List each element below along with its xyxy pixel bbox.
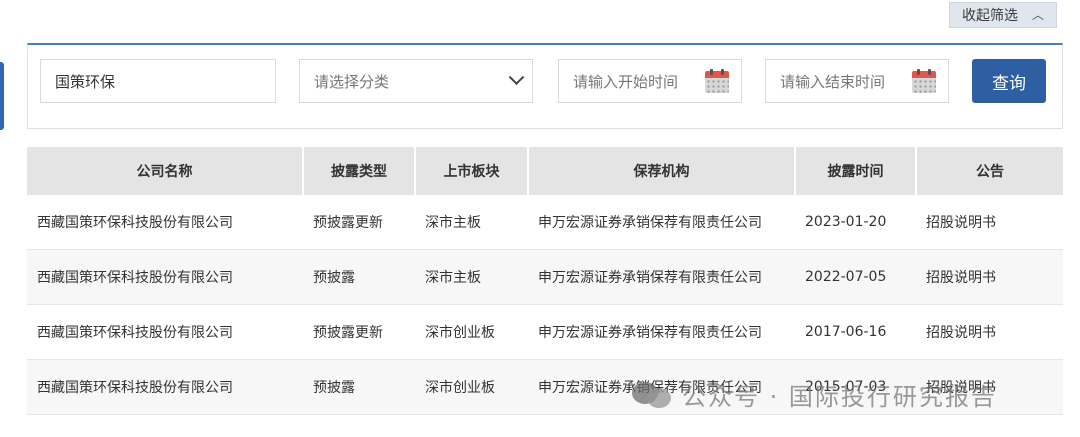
cell-company: 西藏国策环保科技股份有限公司 [27, 195, 303, 250]
collapse-filter-button[interactable]: 收起筛选 ︿ [949, 2, 1057, 28]
filter-panel: 国策环保 请选择分类 请输入开始时间 请输入结束时间 查询 [27, 43, 1063, 129]
cell-date: 2017-06-16 [795, 304, 916, 360]
chevron-down-icon [508, 68, 525, 85]
start-date-input[interactable]: 请输入开始时间 [558, 59, 742, 103]
cell-date: 2015-07-03 [795, 359, 916, 415]
table-row: 西藏国策环保科技股份有限公司 预披露 深市创业板 申万宏源证券承销保荐有限责任公… [27, 359, 1063, 415]
search-button[interactable]: 查询 [972, 59, 1046, 103]
company-name-value: 国策环保 [55, 72, 116, 91]
left-accent-bar [0, 62, 4, 130]
cell-disclosure-type: 预披露 [303, 359, 415, 415]
cell-sponsor: 申万宏源证券承销保荐有限责任公司 [528, 304, 795, 360]
cell-sponsor: 申万宏源证券承销保荐有限责任公司 [528, 359, 795, 415]
cell-sponsor: 申万宏源证券承销保荐有限责任公司 [528, 249, 795, 305]
column-header-date: 披露时间 [795, 147, 917, 195]
cell-board: 深市主板 [415, 249, 528, 305]
cell-announcement-link[interactable]: 招股说明书 [916, 304, 1063, 360]
category-placeholder: 请选择分类 [314, 72, 390, 91]
cell-board: 深市创业板 [415, 359, 528, 415]
calendar-icon[interactable] [705, 69, 729, 93]
cell-company: 西藏国策环保科技股份有限公司 [27, 304, 303, 360]
collapse-filter-label: 收起筛选 [961, 8, 1018, 24]
results-table: 公司名称 披露类型 上市板块 保荐机构 披露时间 公告 西藏国策环保科技股份有限… [27, 147, 1063, 415]
cell-sponsor: 申万宏源证券承销保荐有限责任公司 [528, 195, 795, 250]
cell-board: 深市主板 [415, 195, 528, 250]
category-select[interactable]: 请选择分类 [299, 59, 533, 103]
cell-company: 西藏国策环保科技股份有限公司 [27, 359, 303, 415]
cell-date: 2022-07-05 [795, 249, 916, 305]
column-header-company: 公司名称 [27, 147, 304, 195]
table-row: 西藏国策环保科技股份有限公司 预披露更新 深市主板 申万宏源证券承销保荐有限责任… [27, 195, 1063, 250]
table-header-row: 公司名称 披露类型 上市板块 保荐机构 披露时间 公告 [27, 147, 1063, 195]
start-date-placeholder: 请输入开始时间 [573, 72, 679, 91]
cell-announcement-link[interactable]: 招股说明书 [916, 195, 1063, 250]
cell-disclosure-type: 预披露更新 [303, 195, 415, 250]
cell-announcement-link[interactable]: 招股说明书 [916, 249, 1063, 305]
column-header-announcement: 公告 [916, 147, 1063, 195]
cell-disclosure-type: 预披露 [303, 249, 415, 305]
cell-date: 2023-01-20 [795, 195, 916, 250]
cell-board: 深市创业板 [415, 304, 528, 360]
column-header-disclosure-type: 披露类型 [303, 147, 416, 195]
cell-announcement-link[interactable]: 招股说明书 [916, 359, 1063, 415]
table-row: 西藏国策环保科技股份有限公司 预披露 深市主板 申万宏源证券承销保荐有限责任公司… [27, 249, 1063, 305]
column-header-board: 上市板块 [415, 147, 529, 195]
table-row: 西藏国策环保科技股份有限公司 预披露更新 深市创业板 申万宏源证券承销保荐有限责… [27, 304, 1063, 360]
company-name-input[interactable]: 国策环保 [40, 59, 276, 103]
end-date-placeholder: 请输入结束时间 [780, 72, 886, 91]
cell-disclosure-type: 预披露更新 [303, 304, 415, 360]
cell-company: 西藏国策环保科技股份有限公司 [27, 249, 303, 305]
chevron-up-icon: ︿ [1031, 7, 1044, 22]
calendar-icon[interactable] [912, 69, 936, 93]
end-date-input[interactable]: 请输入结束时间 [765, 59, 949, 103]
column-header-sponsor: 保荐机构 [528, 147, 796, 195]
